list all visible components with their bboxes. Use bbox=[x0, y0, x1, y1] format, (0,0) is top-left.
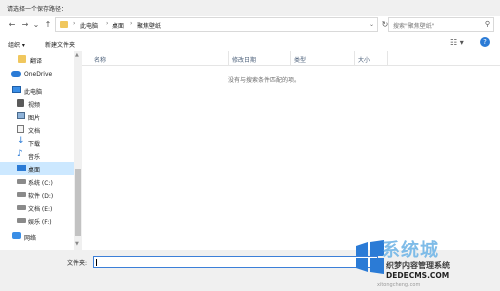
drive-icon bbox=[17, 192, 26, 197]
drive-icon bbox=[17, 179, 26, 184]
sidebar-item-label: 翻译 bbox=[30, 58, 43, 65]
sidebar-item-label: OneDrive bbox=[24, 71, 53, 78]
video-icon bbox=[17, 99, 24, 107]
sidebar-item-label: 网络 bbox=[24, 235, 37, 242]
column-divider[interactable] bbox=[354, 51, 355, 65]
toolbar: 组织 ▾ 新建文件夹 ☷ ▾ ? bbox=[0, 36, 500, 51]
sidebar-item-translate[interactable]: 翻译 bbox=[0, 53, 74, 66]
sidebar-item-downloads[interactable]: ↓ 下载 bbox=[0, 136, 74, 149]
sidebar-item-this-pc[interactable]: 此电脑 bbox=[0, 84, 74, 97]
sidebar-item-videos[interactable]: 视频 bbox=[0, 97, 74, 110]
sidebar-item-documents[interactable]: 文档 bbox=[0, 123, 74, 136]
sidebar-item-onedrive[interactable]: OneDrive bbox=[0, 68, 74, 81]
breadcrumb-current-folder[interactable]: 聚焦壁纸 bbox=[137, 21, 161, 30]
search-box[interactable]: 搜索"聚焦壁纸" ⚲ bbox=[388, 17, 494, 32]
sidebar-item-music[interactable]: ♪ 音乐 bbox=[0, 149, 74, 162]
download-icon: ↓ bbox=[17, 136, 25, 146]
column-size[interactable]: 大小 bbox=[358, 55, 370, 64]
sidebar-item-drive-d[interactable]: 软件 (D:) bbox=[0, 188, 74, 201]
sidebar-item-label: 此电脑 bbox=[24, 89, 43, 96]
sidebar-item-label: 文档 (E:) bbox=[28, 206, 53, 213]
desktop-icon bbox=[17, 165, 26, 171]
forward-icon[interactable]: → bbox=[20, 20, 30, 30]
windows-logo-icon bbox=[356, 240, 384, 274]
watermark-site: xitongcheng.com bbox=[377, 282, 421, 288]
sidebar-item-pictures[interactable]: 图片 bbox=[0, 110, 74, 123]
watermark-caption: 织梦内容管理系统 bbox=[386, 261, 450, 270]
scroll-up-icon[interactable]: ▲ bbox=[75, 52, 79, 58]
search-icon[interactable]: ⚲ bbox=[485, 20, 490, 28]
sidebar-item-label: 系统 (C:) bbox=[28, 180, 53, 187]
chevron-down-icon[interactable]: ⌄ bbox=[31, 20, 41, 30]
folder-name-label: 文件夹: bbox=[67, 260, 88, 267]
sidebar-item-desktop[interactable]: 桌面 bbox=[0, 162, 74, 175]
sidebar-item-drive-e[interactable]: 文档 (E:) bbox=[0, 201, 74, 214]
empty-folder-message: 没有与搜索条件匹配的项。 bbox=[228, 77, 301, 84]
breadcrumb-this-pc[interactable]: 此电脑 bbox=[80, 21, 98, 30]
watermark: 系统城 织梦内容管理系统 DEDECMS.COM xitongcheng.com bbox=[352, 234, 500, 291]
organize-button[interactable]: 组织 ▾ bbox=[8, 40, 25, 49]
sidebar-item-label: 音乐 bbox=[28, 154, 41, 161]
sidebar-scrollbar[interactable]: ▲ ▼ bbox=[74, 51, 82, 250]
watermark-title: 系统城 bbox=[382, 240, 439, 261]
sidebar-item-label: 图片 bbox=[28, 115, 41, 122]
computer-icon bbox=[12, 86, 21, 93]
watermark-url: DEDECMS.COM bbox=[386, 271, 450, 280]
drive-icon bbox=[17, 218, 26, 223]
sidebar-item-label: 下载 bbox=[28, 141, 41, 148]
back-icon[interactable]: ← bbox=[7, 20, 17, 30]
drive-icon bbox=[17, 205, 26, 210]
folder-name-input[interactable] bbox=[93, 256, 378, 268]
column-date-modified[interactable]: 修改日期 bbox=[232, 55, 256, 64]
sidebar-item-drive-f[interactable]: 娱乐 (F:) bbox=[0, 214, 74, 227]
picture-icon bbox=[17, 112, 25, 119]
column-divider[interactable] bbox=[228, 51, 229, 65]
column-name[interactable]: 名称 bbox=[94, 55, 106, 64]
address-bar[interactable]: › 此电脑 › 桌面 › 聚焦壁纸 ⌄ bbox=[55, 17, 378, 32]
help-icon[interactable]: ? bbox=[480, 37, 490, 47]
sidebar-item-label: 视频 bbox=[28, 102, 41, 109]
up-arrow-icon[interactable]: ↑ bbox=[43, 20, 53, 30]
title-bar: 请选择一个保存路径： bbox=[0, 0, 500, 16]
sidebar-item-drive-c[interactable]: 系统 (C:) bbox=[0, 175, 74, 188]
text-caret bbox=[96, 259, 97, 266]
cloud-icon bbox=[11, 71, 21, 77]
breadcrumb-separator-icon[interactable]: › bbox=[73, 20, 75, 27]
breadcrumb-separator-icon[interactable]: › bbox=[130, 20, 132, 27]
folder-icon bbox=[60, 21, 68, 28]
sidebar-item-label: 桌面 bbox=[28, 167, 41, 174]
sidebar-item-label: 软件 (D:) bbox=[28, 193, 54, 200]
document-icon bbox=[17, 125, 24, 133]
scrollbar-thumb[interactable] bbox=[75, 169, 81, 236]
address-dropdown-icon[interactable]: ⌄ bbox=[369, 21, 374, 28]
view-options-icon[interactable]: ☷ ▾ bbox=[450, 38, 464, 47]
network-icon bbox=[12, 232, 21, 239]
music-icon: ♪ bbox=[17, 149, 23, 159]
folder-icon bbox=[18, 55, 26, 63]
sidebar-item-label: 娱乐 (F:) bbox=[28, 219, 52, 226]
navigation-pane: 翻译 OneDrive 此电脑 视频 图片 文档 ↓ 下载 ♪ 音乐 桌面 系统… bbox=[0, 51, 82, 250]
breadcrumb-separator-icon[interactable]: › bbox=[106, 20, 108, 27]
search-placeholder: 搜索"聚焦壁纸" bbox=[393, 23, 435, 30]
column-divider[interactable] bbox=[290, 51, 291, 65]
sidebar-item-network[interactable]: 网络 bbox=[0, 230, 74, 243]
sidebar-item-label: 文档 bbox=[28, 128, 41, 135]
column-header-row: 名称 修改日期 类型 大小 bbox=[82, 51, 500, 66]
file-list[interactable]: 名称 修改日期 类型 大小 没有与搜索条件匹配的项。 bbox=[82, 51, 500, 250]
scroll-down-icon[interactable]: ▼ bbox=[75, 241, 79, 247]
column-divider[interactable] bbox=[387, 51, 388, 65]
breadcrumb-desktop[interactable]: 桌面 bbox=[112, 21, 124, 30]
new-folder-button[interactable]: 新建文件夹 bbox=[45, 40, 75, 49]
window-title: 请选择一个保存路径： bbox=[7, 6, 68, 13]
column-type[interactable]: 类型 bbox=[294, 55, 306, 64]
